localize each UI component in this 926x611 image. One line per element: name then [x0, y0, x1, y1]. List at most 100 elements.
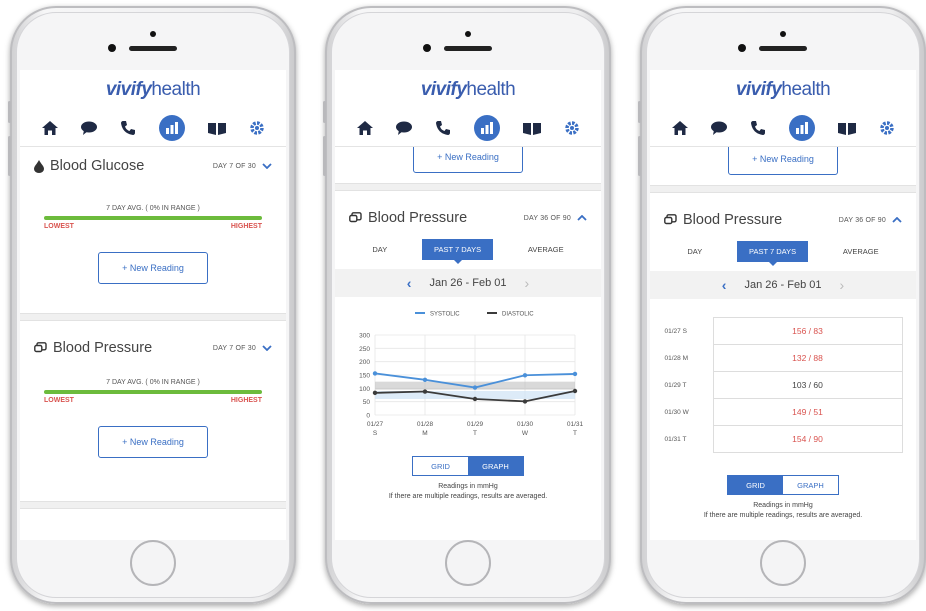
highest-label: HIGHEST	[230, 223, 262, 230]
phone-3-screen: vivify health + New Reading Blood Pressur…	[650, 70, 916, 540]
section-divider	[20, 501, 286, 509]
x-weekday-label: M	[422, 430, 427, 437]
y-tick-label: 0	[366, 413, 370, 420]
chat-icon[interactable]	[81, 121, 98, 135]
pressure-card: Blood Pressure DAY 7 OF 30 7 DAY AVG. ( …	[20, 329, 286, 495]
section-divider	[20, 313, 286, 321]
systolic-point	[522, 373, 528, 378]
blood-pressure-icon	[34, 342, 47, 353]
glucose-title: Blood Glucose	[50, 158, 145, 174]
pressure-title: Blood Pressure	[683, 212, 783, 228]
x-weekday-label: T	[473, 430, 477, 437]
reading-value[interactable]: 156 / 83	[712, 317, 903, 345]
chevron-left-icon[interactable]: ‹	[407, 275, 412, 291]
readings-grid: 01/27 S 156 / 83 01/28 M 132 / 88 01/29 T1…	[664, 317, 903, 453]
systolic-point	[572, 371, 578, 377]
nav-bar	[335, 110, 601, 147]
reading-value[interactable]: 149 / 51	[712, 398, 903, 426]
chevron-up-icon[interactable]	[577, 215, 587, 221]
phone-frame-1: vivify health Blood Glucose DAY 7 OF 30 7…	[8, 6, 296, 604]
nav-bar	[650, 110, 916, 147]
y-tick-label: 250	[359, 346, 370, 353]
glucose-day-count: DAY 7 OF 30	[212, 162, 256, 170]
blood-pressure-chart: SYSTOLIC DIASTOLIC 300 250 200 150 100 50 001/27…	[359, 312, 583, 438]
new-reading-button[interactable]: + New Reading	[413, 147, 523, 173]
phone-2-screen: vivify health + New Reading Blood Pressur…	[335, 70, 601, 540]
chevron-right-icon[interactable]: ›	[525, 275, 530, 291]
date-range-label: Jan 26 - Feb 01	[429, 277, 507, 289]
lowest-label: LOWEST	[44, 223, 74, 230]
book-icon[interactable]	[523, 122, 542, 135]
book-icon[interactable]	[838, 122, 857, 135]
phone-icon[interactable]	[121, 121, 136, 135]
x-weekday-label: W	[522, 430, 529, 437]
tab-past-7-days[interactable]: PAST 7 DAYS	[422, 238, 494, 264]
tab-past-7-days[interactable]: PAST 7 DAYS	[737, 240, 809, 266]
pressure-day-count: DAY 7 OF 30	[212, 344, 256, 352]
y-tick-label: 150	[359, 373, 370, 380]
phone-icon[interactable]	[751, 121, 766, 135]
new-reading-button[interactable]: + New Reading	[98, 252, 208, 284]
chart-icon[interactable]	[473, 115, 500, 141]
chevron-up-icon[interactable]	[892, 217, 902, 223]
x-tick-label: 01/30	[517, 421, 534, 428]
home-icon[interactable]	[671, 121, 688, 135]
reading-value[interactable]: 154 / 90	[712, 425, 903, 453]
tab-average[interactable]: AVERAGE	[528, 245, 564, 254]
table-row: 01/27 S 156 / 83	[664, 317, 903, 345]
x-weekday-label: T	[573, 430, 577, 437]
pressure-day-count: DAY 36 OF 90	[523, 214, 571, 222]
chevron-down-icon[interactable]	[262, 163, 272, 169]
gear-icon[interactable]	[565, 121, 579, 135]
blood-pressure-icon	[349, 212, 362, 223]
graph-toggle[interactable]: GRAPH	[468, 457, 523, 475]
blood-pressure-icon	[664, 214, 677, 225]
section-divider	[650, 185, 916, 193]
y-tick-label: 200	[359, 359, 370, 366]
book-icon[interactable]	[208, 122, 227, 135]
date-range-bar: ‹ Jan 26 - Feb 01 ›	[335, 269, 601, 297]
reading-value[interactable]: 132 / 88	[712, 344, 903, 372]
glucose-card: Blood Glucose DAY 7 OF 30 7 DAY AVG. ( 0…	[20, 147, 286, 313]
x-weekday-label: S	[373, 430, 378, 437]
glucose-range-bar	[44, 216, 262, 220]
new-reading-button[interactable]: + New Reading	[98, 426, 208, 458]
graph-toggle[interactable]: GRAPH	[783, 476, 838, 494]
diastolic-point	[572, 388, 578, 394]
chat-icon[interactable]	[396, 121, 413, 135]
grid-toggle[interactable]: GRID	[413, 457, 468, 475]
chevron-left-icon[interactable]: ‹	[722, 277, 727, 293]
vivify-logo: vivify health	[420, 79, 516, 100]
reading-value[interactable]: 103 / 60	[712, 371, 903, 399]
chevron-right-icon[interactable]: ›	[840, 277, 845, 293]
chart-icon[interactable]	[158, 115, 185, 141]
new-reading-button[interactable]: + New Reading	[728, 147, 838, 175]
chart-icon[interactable]	[788, 115, 815, 141]
pressure-title: Blood Pressure	[368, 210, 468, 226]
units-note: Readings in mmHg If there are multiple re…	[388, 483, 548, 500]
chat-icon[interactable]	[711, 121, 728, 135]
systolic-point	[422, 377, 428, 382]
period-tabs: DAY PAST 7 DAYS AVERAGE	[650, 239, 916, 266]
phone-frame-2: vivify health + New Reading Blood Pressur…	[323, 6, 611, 604]
gear-icon[interactable]	[880, 121, 894, 135]
diastolic-point	[522, 399, 528, 404]
tab-day[interactable]: DAY	[687, 247, 702, 256]
x-tick-label: 01/28	[417, 421, 434, 428]
home-icon[interactable]	[356, 121, 373, 135]
gear-icon[interactable]	[250, 121, 264, 135]
pressure-range-bar	[44, 390, 262, 394]
home-button[interactable]	[760, 540, 806, 586]
tab-average[interactable]: AVERAGE	[843, 247, 879, 256]
home-button[interactable]	[130, 540, 176, 586]
phone-icon[interactable]	[436, 121, 451, 135]
tab-day[interactable]: DAY	[372, 245, 387, 254]
chevron-down-icon[interactable]	[262, 345, 272, 351]
home-button[interactable]	[445, 540, 491, 586]
legend-label: DIASTOLIC	[502, 312, 534, 318]
diastolic-point	[472, 396, 478, 402]
grid-toggle[interactable]: GRID	[728, 476, 783, 494]
y-tick-label: 100	[359, 386, 370, 393]
vivify-logo: vivify health	[735, 79, 831, 100]
home-icon[interactable]	[41, 121, 58, 135]
